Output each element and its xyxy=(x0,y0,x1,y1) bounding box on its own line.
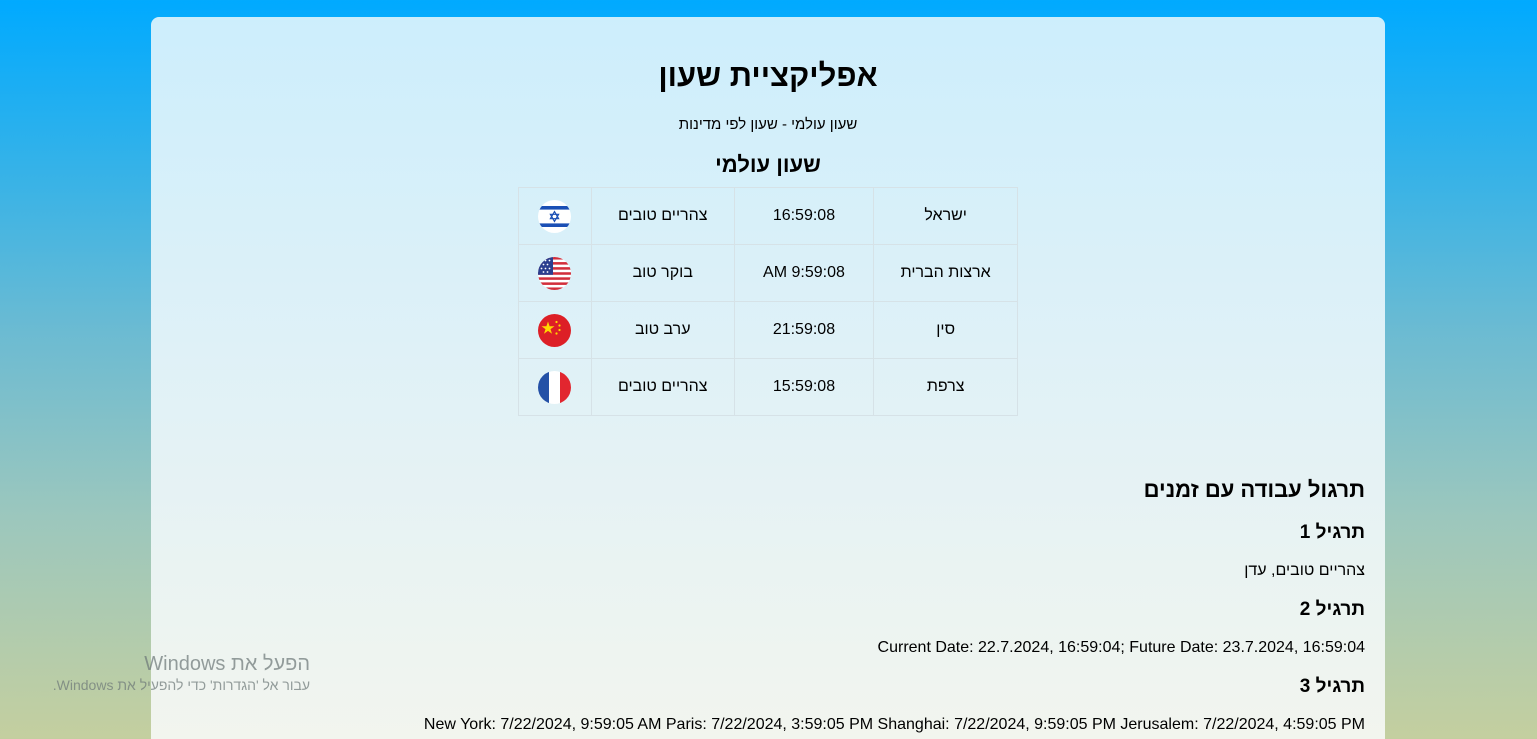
watermark-title: הפעל את Windows xyxy=(144,653,310,675)
exercise-1-text: צהריים טובים, עדן xyxy=(1244,562,1365,579)
exercise-3-title: תרגיל 3 xyxy=(1299,676,1365,697)
israel-flag-icon xyxy=(538,199,572,233)
exercise-3-text: New York: 7/22/2024, 9:59:05 AM Paris: 7… xyxy=(423,716,1365,733)
greeting-cell: ערב טוב xyxy=(590,301,735,359)
usa-flag-icon xyxy=(538,256,572,290)
time-cell: 16:59:08 xyxy=(733,187,875,245)
country-cell: ישראל xyxy=(873,187,1018,245)
watermark-subtitle: עבור אל 'הגדרות' כדי להפעיל את Windows. xyxy=(52,677,310,693)
page-title: אפליקציית שעון xyxy=(658,58,878,93)
country-cell: ארצות הברית xyxy=(873,244,1018,302)
country-cell: סין xyxy=(873,301,1018,359)
greeting-cell: בוקר טוב xyxy=(590,244,735,302)
greeting-cell: צהריים טובים xyxy=(590,358,735,416)
exercise-2-text: Current Date: 22.7.2024, 16:59:04; Futur… xyxy=(877,639,1365,656)
world-clock-table: ישראל 16:59:08 צהריים טובים ארצות הברית … xyxy=(518,187,1018,416)
china-flag-icon xyxy=(538,313,572,347)
table-row: צרפת 15:59:08 צהריים טובים xyxy=(518,358,1018,416)
flag-cell xyxy=(518,301,592,359)
time-cell: 21:59:08 xyxy=(733,301,875,359)
exercises-title: תרגול עבודה עם זמנים xyxy=(1143,477,1365,502)
exercise-1-title: תרגיל 1 xyxy=(1299,522,1365,543)
table-row: ארצות הברית 9:59:08 AM בוקר טוב xyxy=(518,244,1018,302)
windows-activation-watermark: הפעל את Windows עבור אל 'הגדרות' כדי להפ… xyxy=(30,652,310,694)
table-row: סין 21:59:08 ערב טוב xyxy=(518,301,1018,359)
world-clock-title: שעון עולמי xyxy=(715,152,821,177)
page-subtitle: שעון עולמי - שעון לפי מדינות xyxy=(678,116,858,133)
table-row: ישראל 16:59:08 צהריים טובים xyxy=(518,187,1018,245)
flag-cell xyxy=(518,358,592,416)
country-cell: צרפת xyxy=(873,358,1018,416)
time-cell: 15:59:08 xyxy=(733,358,875,416)
flag-cell xyxy=(518,244,592,302)
time-cell: 9:59:08 AM xyxy=(733,244,875,302)
france-flag-icon xyxy=(538,370,572,404)
exercise-2-title: תרגיל 2 xyxy=(1299,599,1365,620)
flag-cell xyxy=(518,187,592,245)
app-card: אפליקציית שעון שעון עולמי - שעון לפי מדי… xyxy=(151,17,1385,739)
greeting-cell: צהריים טובים xyxy=(590,187,735,245)
